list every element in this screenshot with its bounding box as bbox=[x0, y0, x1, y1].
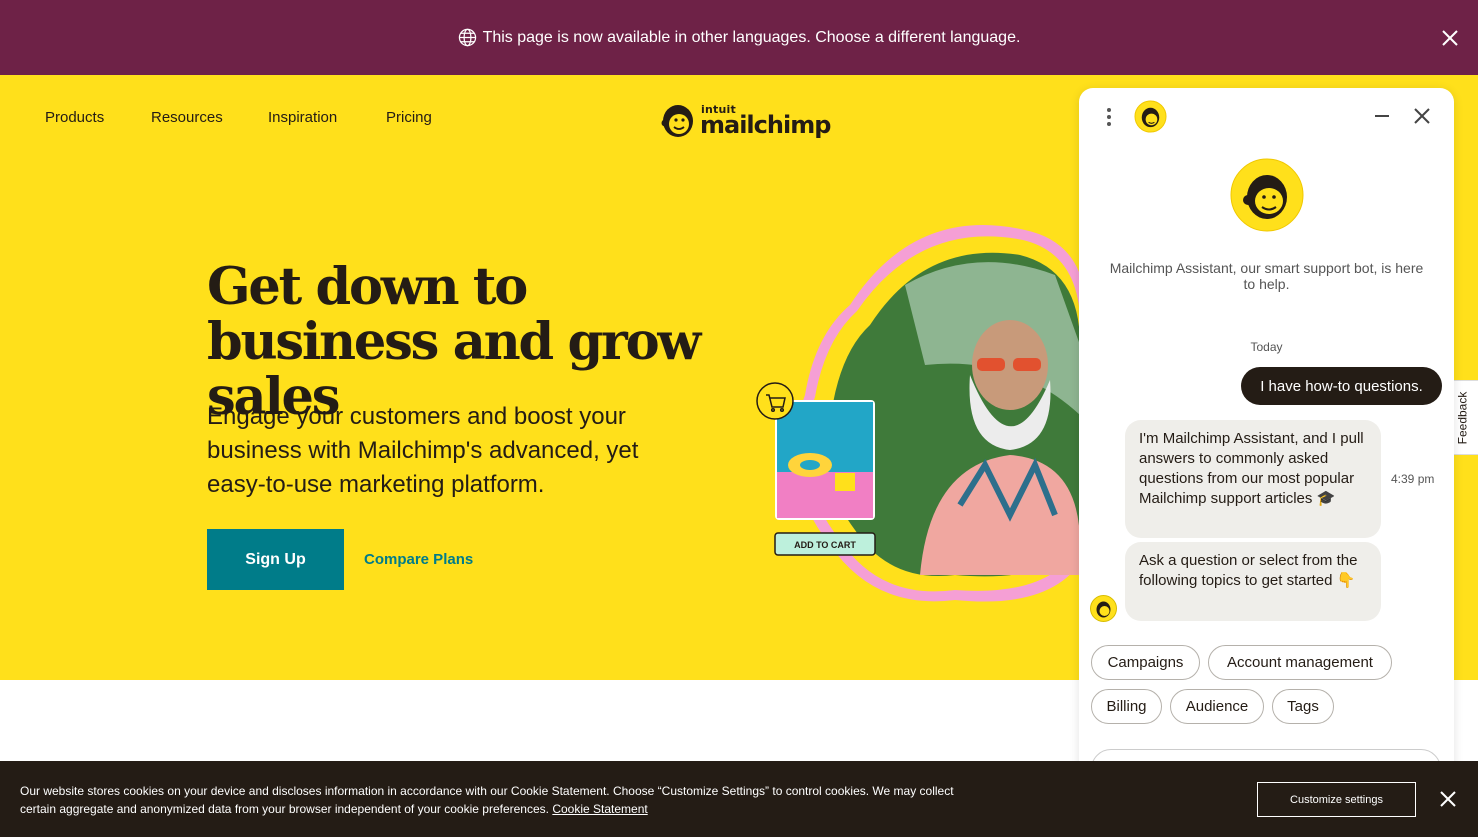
add-to-cart-text: ADD TO CART bbox=[794, 540, 856, 550]
close-icon[interactable] bbox=[1440, 28, 1460, 48]
topic-chip-account-management[interactable]: Account management bbox=[1208, 645, 1392, 680]
close-icon[interactable] bbox=[1438, 789, 1458, 809]
topic-chip-audience[interactable]: Audience bbox=[1170, 689, 1264, 724]
feedback-label: Feedback bbox=[1455, 391, 1470, 444]
assistant-intro: Mailchimp Assistant, our smart support b… bbox=[1109, 260, 1424, 292]
close-icon[interactable] bbox=[1412, 106, 1432, 126]
minimize-icon[interactable] bbox=[1373, 107, 1391, 125]
bot-message: I'm Mailchimp Assistant, and I pull answ… bbox=[1125, 420, 1381, 538]
mailchimp-logo[interactable]: intuit mailchimp bbox=[660, 100, 831, 140]
topic-chip-tags[interactable]: Tags bbox=[1272, 689, 1334, 724]
cookie-message: Our website stores cookies on your devic… bbox=[20, 784, 954, 816]
hero-subtitle: Engage your customers and boost your bus… bbox=[207, 403, 639, 498]
cookie-text: Our website stores cookies on your devic… bbox=[20, 782, 990, 818]
user-message: I have how-to questions. bbox=[1241, 367, 1442, 405]
cookie-statement-link[interactable]: Cookie Statement bbox=[552, 802, 647, 816]
more-options-icon[interactable] bbox=[1105, 106, 1113, 128]
cookie-banner: Our website stores cookies on your devic… bbox=[0, 761, 1478, 837]
nav-item-pricing[interactable]: Pricing bbox=[386, 109, 432, 126]
globe-icon bbox=[458, 28, 476, 47]
bot-message: Ask a question or select from the follow… bbox=[1125, 542, 1381, 621]
freddie-logo-icon bbox=[661, 105, 693, 137]
chat-header bbox=[1079, 88, 1454, 148]
assistant-small-avatar bbox=[1090, 595, 1117, 622]
date-divider: Today bbox=[1250, 340, 1283, 354]
nav-item-products[interactable]: Products bbox=[45, 109, 104, 126]
topic-chip-campaigns[interactable]: Campaigns bbox=[1091, 645, 1200, 680]
assistant-large-avatar bbox=[1230, 158, 1304, 232]
chat-widget: Mailchimp Assistant, our smart support b… bbox=[1079, 88, 1454, 778]
sign-up-button[interactable]: Sign Up bbox=[207, 529, 344, 590]
customize-settings-button[interactable]: Customize settings bbox=[1257, 782, 1416, 817]
compare-plans-link[interactable]: Compare Plans bbox=[364, 551, 473, 568]
language-banner: This page is now available in other lang… bbox=[0, 0, 1478, 75]
hero-illustration: ADD TO CART bbox=[756, 225, 1085, 602]
nav-item-inspiration[interactable]: Inspiration bbox=[268, 109, 337, 126]
assistant-avatar bbox=[1134, 100, 1167, 133]
language-banner-message[interactable]: This page is now available in other lang… bbox=[483, 29, 1021, 47]
message-timestamp: 4:39 pm bbox=[1391, 472, 1435, 486]
nav-item-resources[interactable]: Resources bbox=[151, 109, 223, 126]
topic-chip-billing[interactable]: Billing bbox=[1091, 689, 1162, 724]
logo-mailchimp-text: mailchimp bbox=[700, 110, 831, 139]
